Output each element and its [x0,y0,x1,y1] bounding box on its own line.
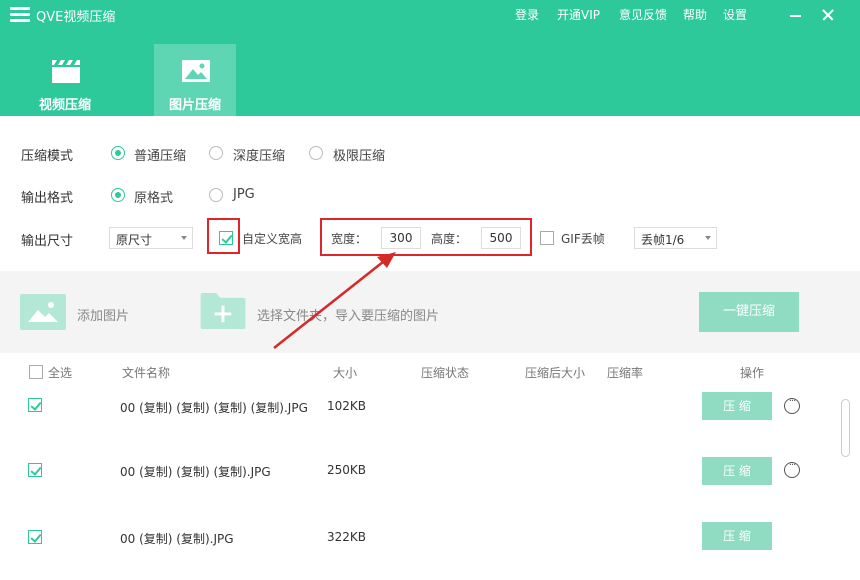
col-filename: 文件名称 [122,366,171,380]
size-select[interactable]: 原尺寸 [109,227,193,249]
row-size: 322KB [327,530,367,544]
compress-mode-label: 压缩模式 [21,149,74,164]
col-ratio: 压缩率 [607,366,644,380]
app-header: QVE视频压缩 登录 开通VIP 意见反馈 帮助 设置 视频压缩 图片压缩 [0,0,860,116]
row-checkbox[interactable] [28,398,42,412]
close-button[interactable] [816,4,840,26]
radio-extreme-label[interactable]: 极限压缩 [333,145,385,164]
radio-original-format[interactable] [111,188,125,202]
row-compress-button[interactable]: 压 缩 [702,522,772,550]
radio-jpg[interactable] [209,188,223,202]
title-bar: QVE视频压缩 登录 开通VIP 意见反馈 帮助 设置 [0,0,860,30]
radio-normal[interactable] [111,146,125,160]
tab-image-compress[interactable]: 图片压缩 [154,44,236,116]
more-options-icon[interactable] [784,460,800,478]
col-status: 压缩状态 [421,366,470,380]
highlight-box-size [320,218,532,256]
col-compressed-size: 压缩后大小 [525,366,586,380]
row-filename: 00 (复制) (复制) (复制).JPG [120,465,271,479]
gif-frame-checkbox[interactable] [540,231,554,245]
custom-size-label[interactable]: 自定义宽高 [242,230,302,247]
col-action: 操作 [740,366,765,380]
row-checkbox[interactable] [28,530,42,544]
tab-image-label: 图片压缩 [168,98,221,113]
row-compress-button[interactable]: 压 缩 [702,457,772,485]
menu-login[interactable]: 登录 [515,6,539,23]
gif-frame-label[interactable]: GIF丢帧 [561,230,605,247]
app-title: QVE视频压缩 [36,10,116,25]
radio-extreme[interactable] [309,146,323,160]
menu-help[interactable]: 帮助 [683,6,707,23]
menu-settings[interactable]: 设置 [723,6,747,23]
compress-all-button[interactable]: 一键压缩 [699,292,799,332]
add-image-text[interactable]: 添加图片 [77,305,129,324]
chevron-down-icon [181,236,187,240]
gif-frame-select-value: 丢帧1/6 [641,233,685,247]
output-format-label: 输出格式 [21,191,74,206]
add-image-icon[interactable] [20,294,66,330]
radio-normal-label[interactable]: 普通压缩 [134,145,186,164]
clapperboard-icon [52,60,80,83]
row-filename: 00 (复制) (复制).JPG [120,532,234,546]
menu-feedback[interactable]: 意见反馈 [619,6,667,23]
scrollbar-thumb[interactable] [841,399,850,457]
menu-vip[interactable]: 开通VIP [557,6,600,23]
image-icon [182,60,210,82]
row-checkbox[interactable] [28,463,42,477]
row-size: 102KB [327,399,367,413]
radio-deep[interactable] [209,146,223,160]
radio-original-format-label[interactable]: 原格式 [134,187,173,206]
row-compress-button[interactable]: 压 缩 [702,392,772,420]
select-folder-text[interactable]: 选择文件夹，导入要压缩的图片 [257,305,439,324]
tab-video-label: 视频压缩 [38,98,91,113]
minimize-button[interactable] [784,4,808,26]
select-all-checkbox[interactable] [29,365,43,379]
folder-add-icon[interactable] [200,293,246,329]
chevron-down-icon [705,236,711,240]
row-filename: 00 (复制) (复制) (复制) (复制).JPG [120,401,308,415]
output-size-label: 输出尺寸 [21,234,74,249]
app-logo-icon [10,7,30,23]
radio-jpg-label[interactable]: JPG [233,187,255,202]
tab-video-compress[interactable]: 视频压缩 [24,44,106,116]
more-options-icon[interactable] [784,396,800,414]
col-size: 大小 [333,366,358,380]
row-size: 250KB [327,463,367,477]
gif-frame-select[interactable]: 丢帧1/6 [634,227,717,249]
radio-deep-label[interactable]: 深度压缩 [233,145,285,164]
size-select-value: 原尺寸 [116,233,153,247]
highlight-box-checkbox [207,218,240,254]
add-files-area: 添加图片 选择文件夹，导入要压缩的图片 一键压缩 [0,271,860,353]
select-all-label[interactable]: 全选 [48,364,72,381]
